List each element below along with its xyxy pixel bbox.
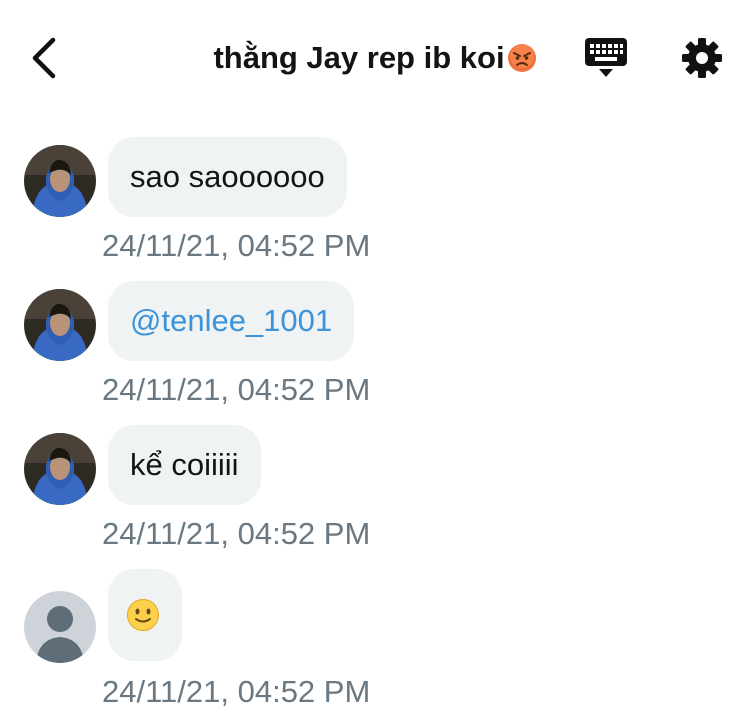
message-bubble[interactable] [108, 569, 182, 661]
conversation-title-text: thằng Jay rep ib koi [213, 40, 505, 75]
default-avatar[interactable] [24, 591, 96, 663]
mention-link[interactable]: @tenlee_1001 [130, 303, 332, 339]
message-timestamp: 24/11/21, 04:52 PM [102, 674, 371, 709]
back-arrow-icon [32, 37, 56, 79]
user-photo-icon [24, 433, 96, 505]
message-timestamp: 24/11/21, 04:52 PM [102, 372, 371, 407]
conversation-header: thằng Jay rep ib koi [0, 0, 750, 120]
back-button[interactable] [22, 34, 66, 82]
message-timestamp: 24/11/21, 04:52 PM [102, 516, 371, 551]
message-text: sao saoooooo [130, 159, 325, 194]
angry-face-icon [507, 44, 536, 72]
avatar[interactable] [24, 289, 96, 361]
message-bubble[interactable]: sao saoooooo [108, 137, 347, 217]
message-timestamp: 24/11/21, 04:52 PM [102, 228, 371, 263]
user-photo-icon [24, 289, 96, 361]
keyboard-icon [585, 38, 627, 77]
settings-button[interactable] [680, 36, 724, 80]
message-bubble[interactable]: kể coiiiii [108, 425, 261, 505]
keyboard-button[interactable] [583, 36, 629, 80]
message-text: kể coiiiii [130, 447, 239, 482]
message-bubble[interactable]: @tenlee_1001 [108, 281, 355, 361]
conversation-title: thằng Jay rep ib koi [120, 40, 630, 76]
avatar[interactable] [24, 433, 96, 505]
avatar[interactable] [24, 145, 96, 217]
slightly-smiling-face-icon [127, 599, 159, 631]
default-profile-icon [24, 591, 96, 663]
gear-icon [682, 38, 722, 78]
user-photo-icon [24, 145, 96, 217]
